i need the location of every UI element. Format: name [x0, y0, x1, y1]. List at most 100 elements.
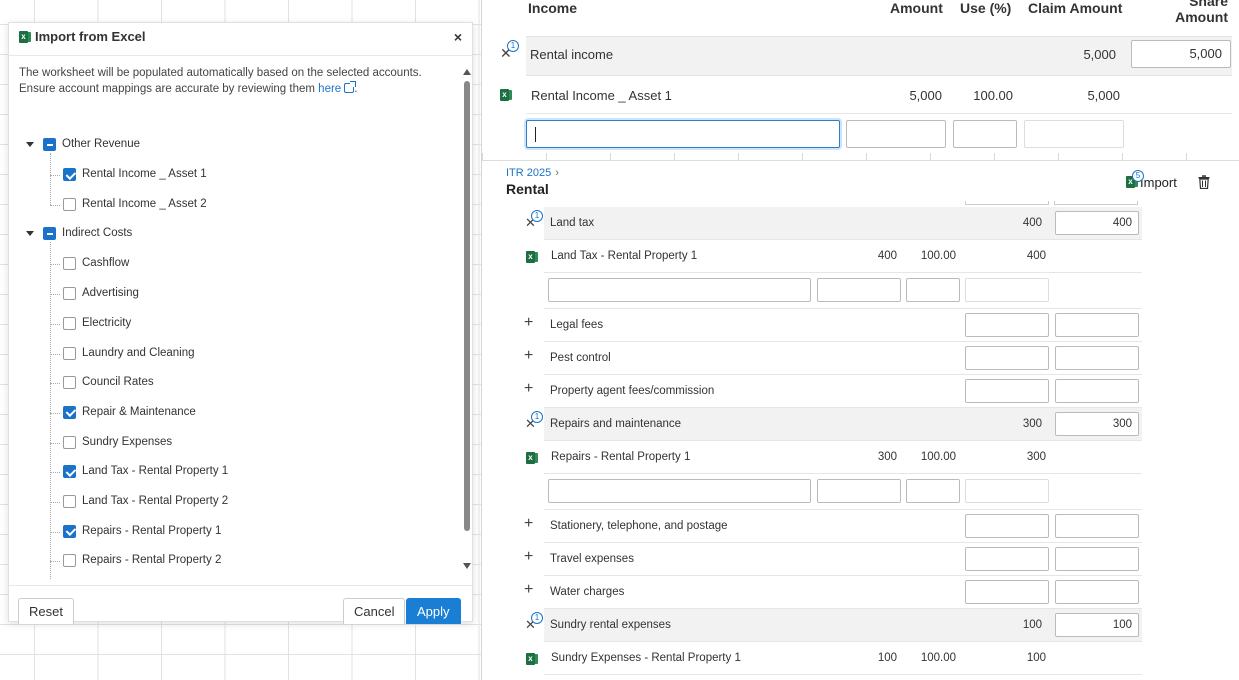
share-amount-input[interactable]: [1055, 346, 1139, 370]
item-checkbox[interactable]: [63, 405, 76, 419]
share-amount-input[interactable]: [1055, 313, 1139, 337]
plus-icon[interactable]: +: [524, 515, 533, 533]
item-checkbox[interactable]: [63, 168, 76, 181]
tree-group[interactable]: Other Revenue: [9, 135, 449, 157]
dialog-scrollbar[interactable]: [463, 69, 471, 569]
item-checkbox[interactable]: [63, 257, 76, 271]
count-badge: 1: [531, 612, 543, 624]
dialog-header: x Import from Excel ×: [9, 23, 472, 56]
scroll-thumb[interactable]: [464, 81, 470, 531]
new-income-amount-input[interactable]: [846, 120, 946, 148]
share-amount-input[interactable]: 300: [1055, 412, 1139, 436]
row-divider: [526, 113, 1232, 114]
tree-connector: [50, 412, 60, 414]
apply-button[interactable]: Apply: [406, 598, 461, 624]
rental-income-asset-amount: 5,000: [909, 88, 942, 103]
close-icon[interactable]: ×: [454, 29, 462, 45]
claim-amount-input[interactable]: [965, 346, 1049, 370]
tree-item[interactable]: Repairs - Rental Property 2: [9, 551, 449, 573]
rental-income-asset-label: Rental Income _ Asset 1: [531, 88, 672, 103]
item-checkbox[interactable]: [63, 554, 76, 568]
plus-icon[interactable]: +: [524, 548, 533, 566]
row-claim: 300: [1026, 451, 1046, 463]
tree-item[interactable]: Electricity: [9, 314, 449, 336]
import-button[interactable]: x 5 Import: [1126, 170, 1177, 190]
new-item-amount-input[interactable]: [817, 479, 901, 503]
tree-item[interactable]: Laundry and Cleaning: [9, 344, 449, 366]
excel-icon: x: [526, 251, 538, 263]
row-label: Repairs - Rental Property 1: [551, 451, 691, 463]
tree-item[interactable]: Council Rates: [9, 373, 449, 395]
tree-item-label: Rental Income _ Asset 2: [82, 197, 207, 210]
new-income-name-input[interactable]: [526, 120, 840, 148]
claim-amount-input[interactable]: [965, 580, 1049, 604]
cancel-button[interactable]: Cancel: [343, 598, 406, 624]
new-item-use-input[interactable]: [906, 278, 960, 302]
tree-item[interactable]: Sundry Expenses: [9, 433, 449, 455]
tree-item[interactable]: Rental Income _ Asset 2: [9, 195, 449, 217]
new-item-name-input[interactable]: [548, 479, 811, 503]
tree-item[interactable]: Repairs - Rental Property 1: [9, 522, 449, 544]
share-amount-input[interactable]: 400: [1055, 211, 1139, 235]
tree-item[interactable]: Cashflow: [9, 254, 449, 276]
plus-icon[interactable]: +: [524, 380, 533, 398]
breadcrumb-separator: ›: [555, 167, 559, 179]
item-checkbox[interactable]: [63, 197, 76, 211]
new-item-name-input[interactable]: [548, 278, 811, 302]
item-checkbox[interactable]: [63, 346, 76, 360]
share-amount-input[interactable]: [1055, 547, 1139, 571]
mappings-link[interactable]: here: [318, 83, 341, 95]
item-checkbox[interactable]: [63, 435, 76, 449]
share-amount-input[interactable]: 100: [1055, 613, 1139, 637]
reset-button[interactable]: Reset: [18, 598, 74, 624]
trash-icon[interactable]: [1198, 175, 1210, 189]
item-checkbox[interactable]: [63, 287, 76, 301]
scroll-up-icon[interactable]: [463, 69, 471, 75]
claim-amount-input[interactable]: [965, 379, 1049, 403]
tree-group-label: Other Revenue: [62, 138, 140, 150]
row-use: 100.00: [920, 451, 956, 463]
share-amount-input[interactable]: [1055, 514, 1139, 538]
dialog-description: The worksheet will be populated automati…: [19, 67, 422, 95]
item-checkbox[interactable]: [63, 495, 76, 508]
share-amount-input[interactable]: [1055, 379, 1139, 403]
tree-connector: [50, 242, 51, 579]
chevron-down-icon[interactable]: [26, 142, 34, 147]
tree-item-label: Rental Income _ Asset 1: [82, 168, 207, 180]
tree-item[interactable]: Rental Income _ Asset 1: [9, 165, 449, 187]
claim-amount-input[interactable]: [965, 313, 1049, 337]
item-checkbox[interactable]: [63, 316, 76, 330]
count-badge: 1: [531, 210, 543, 222]
claim-amount-input[interactable]: [965, 514, 1049, 538]
rental-row-group: [544, 207, 1142, 240]
tree-group[interactable]: Indirect Costs: [9, 224, 449, 246]
new-item-use-input[interactable]: [906, 479, 960, 503]
item-checkbox[interactable]: [63, 524, 76, 538]
new-item-amount-input[interactable]: [817, 278, 901, 302]
breadcrumb-link[interactable]: ITR 2025: [506, 167, 551, 179]
import-from-excel-dialog: x Import from Excel × The worksheet will…: [8, 22, 473, 624]
breadcrumb[interactable]: ITR 2025 ›: [506, 167, 559, 179]
rental-income-share-input[interactable]: 5,000: [1131, 40, 1231, 68]
claim-amount-input[interactable]: [965, 547, 1049, 571]
plus-icon[interactable]: +: [524, 314, 533, 332]
tree-item[interactable]: Land Tax - Rental Property 1: [9, 462, 449, 484]
group-checkbox[interactable]: [43, 227, 56, 241]
tree-item[interactable]: Land Tax - Rental Property 2: [9, 492, 449, 514]
plus-icon[interactable]: +: [524, 347, 533, 365]
tree-item[interactable]: Repair & Maintenance: [9, 403, 449, 425]
chevron-down-icon[interactable]: [26, 231, 34, 237]
dialog-footer: Reset Cancel Apply: [9, 585, 472, 624]
item-checkbox[interactable]: [63, 465, 76, 479]
tree-item[interactable]: Advertising: [9, 284, 449, 306]
item-checkbox[interactable]: [63, 376, 76, 390]
share-amount-input[interactable]: [1055, 580, 1139, 604]
new-income-use-input[interactable]: [953, 120, 1017, 148]
tree-connector: [50, 264, 60, 266]
plus-icon[interactable]: +: [524, 581, 533, 599]
external-link-icon[interactable]: [344, 81, 357, 93]
group-checkbox[interactable]: [43, 138, 56, 151]
tree-item-label: Council Rates: [82, 376, 154, 389]
row-use: 100.00: [920, 652, 956, 664]
scroll-down-icon[interactable]: [463, 563, 471, 569]
